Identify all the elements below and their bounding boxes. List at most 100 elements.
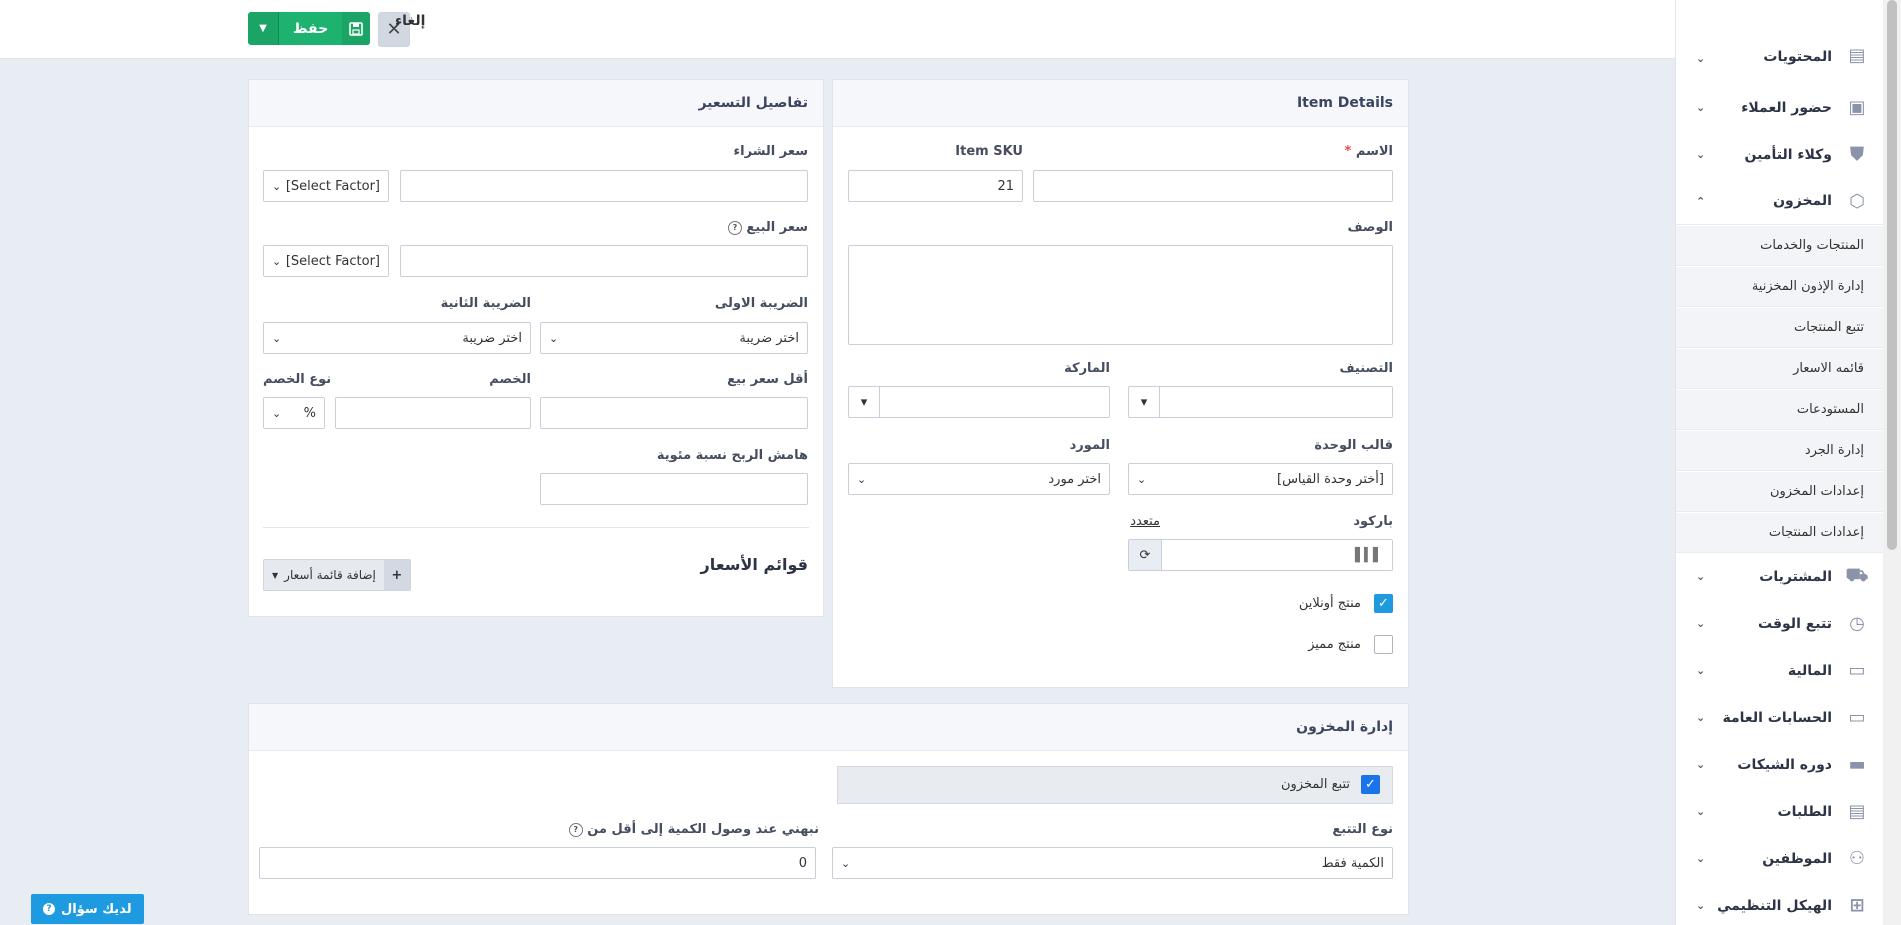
chevron-down-icon: ⌄ [272,179,282,193]
tracking-type-select[interactable]: ⌄ الكمية فقط [832,847,1393,879]
help-icon[interactable]: ? [568,822,583,837]
profit-margin-input[interactable] [540,473,808,505]
org-chart-icon: ⊞ [1849,895,1865,916]
unit-template-select[interactable]: ⌄ [أختر وحدة القياس] [1128,463,1393,495]
sale-price-input[interactable] [400,245,808,277]
chevron-down-icon: ⌄ [1696,148,1706,161]
sidebar-item-contents[interactable]: ⌄ المحتويات ▤ [1676,35,1884,66]
sidebar-subitem-product-settings[interactable]: إعدادات المنتجات [1676,513,1884,553]
barcode-icon: ▌▍▌ [1355,547,1383,563]
save-options-dropdown[interactable]: ▼ [248,12,279,45]
profit-margin-label: هامش الربح نسبة مئوية [656,448,808,463]
discount-type-select[interactable]: ⌄% [263,397,325,429]
sidebar-item-label: حضور العملاء [1741,99,1832,116]
caret-down-icon: ▼ [259,23,267,34]
notify-quantity-input[interactable]: 0 [259,847,816,879]
tax1-select[interactable]: ⌄ اختر ضريبة [540,322,808,354]
sidebar-item-inventory[interactable]: ⌃ المخزون ⬡ [1676,178,1884,225]
price-lists-title: قوائم الأسعار [700,555,809,574]
sidebar-item-org-structure[interactable]: ⌄ الهيكل التنظيمي ⊞ [1676,882,1884,925]
discount-type-value: % [303,405,316,421]
sidebar-subitem-warehouses[interactable]: المستودعات [1676,390,1884,430]
money-icon: ▭ [1848,660,1866,681]
track-inventory-checkbox[interactable]: ✓ [1361,775,1380,794]
sidebar-subitem-stock-permits[interactable]: إدارة الإذون المخزنية [1676,267,1884,307]
category-select[interactable]: ▾ [1128,386,1393,418]
sidebar-item-finance[interactable]: ⌄ المالية ▭ [1676,647,1884,694]
supplier-value: اختر مورد [1048,471,1101,487]
brand-select[interactable]: ▾ [848,386,1110,418]
online-product-checkbox[interactable]: ✓ [1374,594,1393,613]
sidebar-item-general-accounts[interactable]: ⌄ الحسابات العامة ▭ [1676,694,1884,741]
purchase-factor-select[interactable]: ⌄ [Select Factor] [263,170,389,202]
chevron-down-icon: ⌄ [272,406,282,420]
contents-icon: ▤ [1848,44,1866,66]
dropdown-arrow-icon: ▾ [849,387,880,417]
refresh-icon[interactable]: ⟳ [1129,540,1162,570]
sidebar-item-time-tracking[interactable]: ⌄ تتبع الوقت ◷ [1676,600,1884,647]
help-question-button[interactable]: ? لديك سؤال [31,894,144,924]
sidebar-item-cheque-cycle[interactable]: ⌄ دوره الشيكات ▬ [1676,741,1884,788]
save-label: حفظ [293,20,329,37]
save-button[interactable]: حفظ [279,12,371,45]
sidebar-item-label: تتبع الوقت [1758,615,1832,632]
name-label: الاسم * [1345,144,1393,159]
supplier-select[interactable]: ⌄ اختر مورد [848,463,1110,495]
calendar-user-icon: ▣ [1848,97,1866,118]
sidebar-subitem-products-services[interactable]: المنتجات والخدمات [1676,226,1884,266]
min-price-label: أقل سعر بيع [727,372,808,387]
purchase-price-input[interactable] [400,170,808,202]
sku-input[interactable]: 21 [848,170,1023,202]
tax2-select[interactable]: ⌄ اختر ضريبة [263,322,531,354]
sidebar-item-label: المشتريات [1759,568,1832,585]
sale-factor-select[interactable]: ⌄ [Select Factor] [263,245,389,277]
min-price-input[interactable] [540,397,808,429]
help-icon[interactable]: ? [727,220,742,235]
sidebar-item-purchases[interactable]: ⌄ المشتريات ⛟ [1676,553,1884,600]
factor-value: [Select Factor] [285,178,380,194]
chevron-down-icon: ⌄ [1696,52,1706,65]
users-icon: ⚇ [1848,848,1866,869]
sidebar-item-label: الموظفين [1762,850,1832,867]
sidebar-item-orders[interactable]: ⌄ الطلبات ▤ [1676,788,1884,835]
unit-template-value: [أختر وحدة القياس] [1276,471,1384,487]
save-button-group: ▼ حفظ [248,12,371,45]
sidebar-item-label: المخزون [1773,193,1832,209]
chevron-down-icon: ⌄ [1696,758,1706,771]
barcode-input[interactable]: ⟳ ▌▍▌ [1128,539,1393,571]
description-textarea[interactable] [848,245,1393,345]
question-icon: ? [43,903,55,915]
sidebar-item-client-attendance[interactable]: ⌄ حضور العملاء ▣ [1676,84,1884,131]
plus-icon: + [383,560,410,590]
name-input[interactable] [1033,170,1393,202]
discount-input[interactable] [335,397,531,429]
sidebar-item-employees[interactable]: ⌄ الموظفين ⚇ [1676,835,1884,882]
sidebar-subitem-product-tracking[interactable]: تتبع المنتجات [1676,308,1884,348]
sidebar-item-label: الطلبات [1777,803,1832,820]
scrollbar[interactable] [1883,0,1901,925]
tax2-value: اختر ضريبة [462,330,522,346]
sidebar-item-insurance-agents[interactable]: ⌄ وكلاء التأمين ⛊ [1676,131,1884,178]
chevron-down-icon: ⌄ [1696,570,1706,583]
sidebar-subitem-price-list[interactable]: قائمه الاسعار [1676,349,1884,389]
scrollbar-thumb[interactable] [1887,0,1897,550]
chevron-down-icon: ⌄ [549,331,559,345]
category-label: التصنيف [1339,361,1393,376]
multiple-barcode-link[interactable]: متعدد [1130,514,1160,529]
sku-label: Item SKU [955,144,1023,159]
item-details-panel: Item Details الاسم * Item SKU 21 الوصف ا… [832,79,1409,688]
sidebar-item-label: المحتويات [1763,49,1832,65]
barcode-label: باركود [1353,514,1393,529]
sidebar-subitem-inventory-settings[interactable]: إعدادات المخزون [1676,472,1884,512]
featured-product-checkbox[interactable] [1374,635,1393,654]
sidebar-subitem-stocktaking[interactable]: إدارة الجرد [1676,431,1884,471]
add-price-list-button[interactable]: ▼ إضافة قائمة أسعار + [263,559,411,591]
truck-icon: ⛟ [1845,564,1869,586]
cancel-button[interactable]: إلغاء ✕ [378,12,425,47]
track-inventory-label: تتبع المخزون [1281,777,1350,792]
accounts-icon: ▭ [1848,707,1866,728]
chevron-down-icon: ⌄ [272,331,282,345]
dropdown-arrow-icon: ▾ [1129,387,1160,417]
chevron-down-icon: ⌄ [1696,617,1706,630]
cheque-icon: ▬ [1848,754,1866,775]
